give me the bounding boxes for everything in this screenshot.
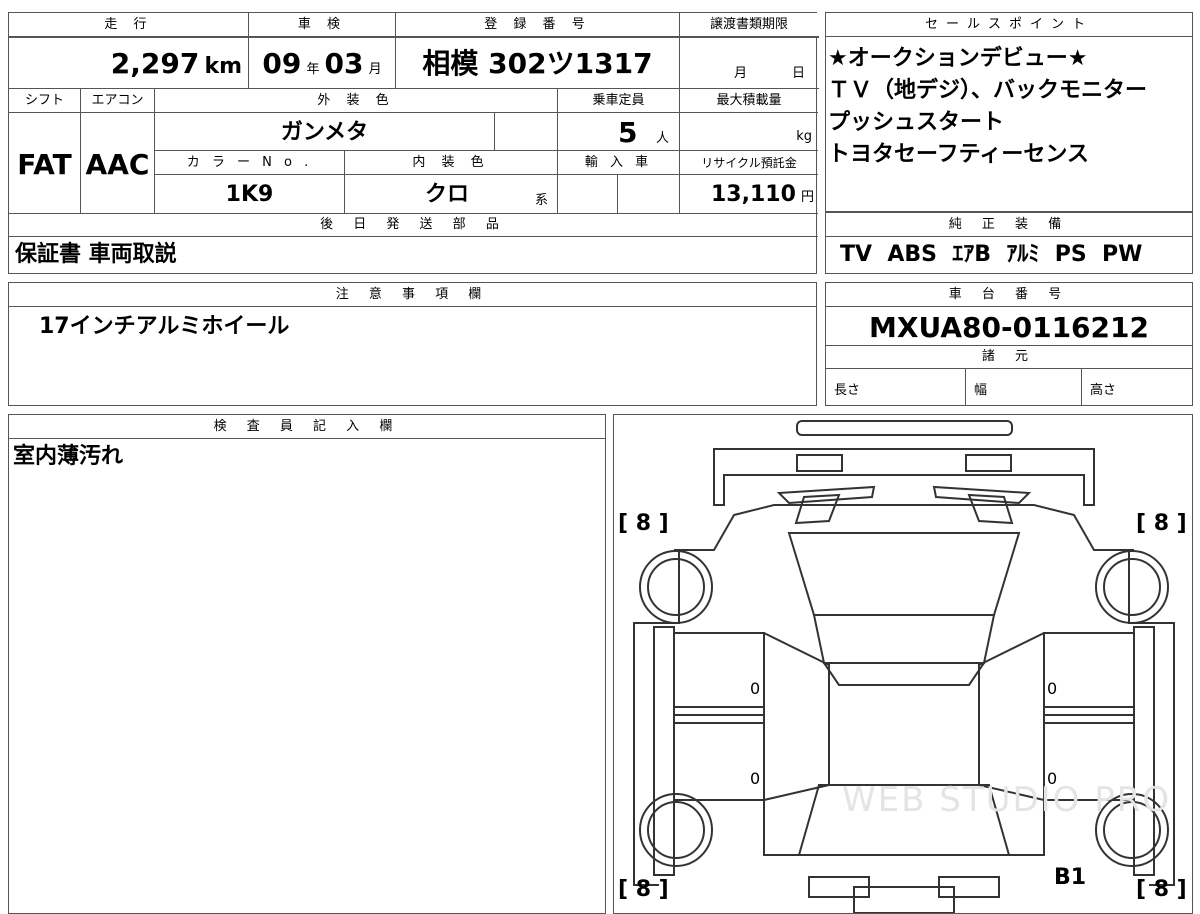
sales-point-line: トヨタセーフティーセンス (828, 142, 1089, 167)
interior-color-cell: クロ 系 (345, 175, 558, 213)
import-cell-a (558, 175, 618, 213)
tire-rear-left-grade: [ 8 ] (618, 877, 669, 902)
shift-value: FAT (9, 113, 81, 213)
inspector-value: 室内薄汚れ (13, 444, 124, 469)
max-load-unit: kg (680, 113, 818, 151)
interior-color-header: 内 装 色 (345, 151, 558, 175)
transfer-deadline-header: 譲渡書類期限 (709, 17, 788, 32)
exterior-color-extra (495, 113, 558, 151)
later-parts-value: 保証書 車両取説 (15, 242, 177, 267)
notes-header: 注 意 事 項 欄 (9, 283, 816, 307)
inspection-month-unit: 月 (368, 62, 382, 77)
car-body-diagram (633, 420, 1175, 913)
color-no-header: カ ラ ー N o . (155, 151, 345, 175)
front-right-door-mark: 0 (1047, 679, 1058, 698)
deadline-cell: 月 日 (680, 37, 818, 89)
equipment-value: TV ABS ｴｱB ｱﾙﾐ PS PW (840, 242, 1143, 267)
notes-panel: 注 意 事 項 欄 17インチアルミホイール (8, 282, 817, 406)
spec-length: 長さ (826, 369, 966, 405)
sales-point-line: プッシュスタート (828, 110, 1005, 135)
chassis-value: MXUA80-0116212 (869, 311, 1149, 344)
mileage-cell: 2,297 km (9, 37, 249, 89)
import-cell-b (618, 175, 680, 213)
notes-value: 17インチアルミホイール (39, 314, 290, 339)
damage-mark-b1: B1 (1054, 865, 1087, 890)
rear-left-door-mark: 0 (750, 769, 761, 788)
exterior-color-header: 外 装 色 (155, 89, 558, 113)
wheel-front-right (1095, 550, 1169, 624)
inspector-header: 検 査 員 記 入 欄 (9, 415, 605, 439)
import-header: 輸 入 車 (558, 151, 680, 175)
inspection-header: 車 検 (249, 13, 396, 37)
tire-front-left-grade: [ 8 ] (618, 511, 669, 536)
capacity-header: 乗車定員 (558, 89, 680, 113)
mileage-header: 走 行 (9, 13, 249, 37)
inspection-month: 03 (324, 47, 364, 80)
watermark: WEB STUDIO PRO (842, 780, 1172, 820)
chassis-header: 車 台 番 号 (826, 283, 1192, 307)
later-parts-header: 後 日 発 送 部 品 (9, 213, 818, 237)
sales-points-header: セールスポイント (826, 13, 1192, 37)
mileage-value: 2,297 (110, 47, 200, 80)
inspection-year-unit: 年 (306, 62, 320, 77)
wheel-front-left (639, 550, 713, 624)
recycle-cell: 13,110 円 (680, 175, 818, 213)
color-no-value: 1K9 (155, 175, 345, 213)
interior-color-value: クロ (425, 182, 470, 207)
inspection-year: 09 (262, 47, 302, 80)
vehicle-info-table: 走 行 車 検 登 録 番 号 譲渡書類期限 2,297 km 09 年 03 … (8, 12, 819, 274)
car-diagram-panel: WEB STUDIO PRO [ 8 ] [ 8 ] [ 8 ] [ 8 ] 0… (613, 414, 1193, 914)
sales-point-line: ＴＶ（地デジ）、バックモニター (828, 78, 1148, 103)
wheel-rear-left (639, 793, 713, 867)
shift-header: シフト (9, 89, 81, 113)
rear-right-door-mark: 0 (1047, 769, 1058, 788)
specs-header: 諸 元 (826, 345, 1192, 369)
aircon-header: エアコン (81, 89, 155, 113)
sales-points-list: ★オークションデビュー★ ＴＶ（地デジ）、バックモニター プッシュスタート トヨ… (828, 43, 1188, 171)
front-left-door-mark: 0 (750, 679, 761, 698)
tire-rear-right-grade: [ 8 ] (1136, 877, 1187, 902)
max-load-header: 最大積載量 (680, 89, 818, 113)
sales-point-line: ★オークションデビュー★ (828, 46, 1088, 71)
tire-front-right-grade: [ 8 ] (1136, 511, 1187, 536)
chassis-panel: 車 台 番 号 MXUA80-0116212 諸 元 長さ 幅 高さ (825, 282, 1193, 406)
recycle-unit: 円 (800, 190, 814, 205)
mileage-unit: km (204, 54, 242, 79)
equipment-header: 純 正 装 備 (826, 213, 1192, 237)
inspection-cell: 09 年 03 月 (249, 37, 396, 89)
recycle-header: リサイクル預託金 (680, 151, 818, 175)
spec-height: 高さ (1090, 383, 1117, 398)
recycle-value: 13,110 (710, 182, 796, 207)
equipment-panel: 純 正 装 備 TV ABS ｴｱB ｱﾙﾐ PS PW (825, 212, 1193, 274)
aircon-value: AAC (81, 113, 155, 213)
reg-no-header: 登 録 番 号 (396, 13, 680, 37)
exterior-color-value: ガンメタ (155, 113, 495, 151)
inspector-panel: 検 査 員 記 入 欄 室内薄汚れ (8, 414, 606, 914)
reg-no-value: 相模 302ツ1317 (396, 37, 680, 89)
sales-points-panel: セールスポイント ★オークションデビュー★ ＴＶ（地デジ）、バックモニター プッ… (825, 12, 1193, 212)
capacity-value: 5 (618, 116, 638, 149)
capacity-cell: 5 人 (558, 113, 680, 151)
spec-width: 幅 (966, 369, 1082, 405)
